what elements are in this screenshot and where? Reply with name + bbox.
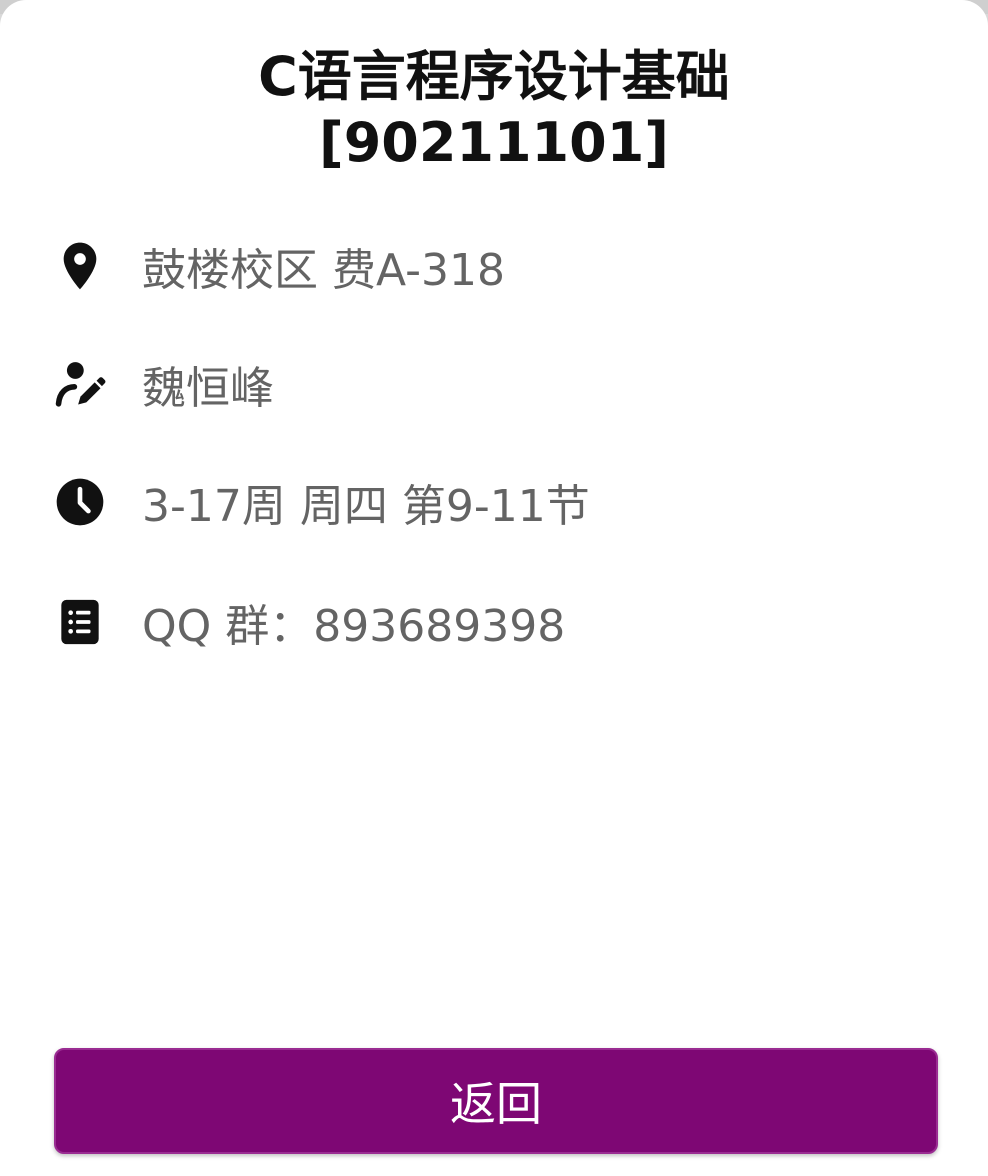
course-code: [90211101] [319, 111, 669, 174]
teacher-edit-icon [52, 356, 108, 412]
clock-icon [52, 474, 108, 530]
teacher-name: 魏恒峰 [142, 363, 274, 414]
back-button[interactable]: 返回 [54, 1048, 938, 1154]
location-text: 鼓楼校区 费A-318 [142, 245, 505, 296]
course-detail-dialog: C语言程序设计基础 [90211101] 鼓楼校区 费A-318 魏恒峰 3-1… [0, 0, 988, 1176]
list-note-icon [52, 594, 108, 650]
qq-group-row: QQ 群：893689398 [52, 592, 948, 652]
location-pin-icon [52, 238, 108, 294]
location-row: 鼓楼校区 费A-318 [52, 236, 948, 296]
course-name: C语言程序设计基础 [258, 45, 730, 108]
qq-group-text: QQ 群：893689398 [142, 601, 566, 652]
teacher-row: 魏恒峰 [52, 354, 948, 414]
time-row: 3-17周 周四 第9-11节 [52, 472, 948, 532]
schedule-text: 3-17周 周四 第9-11节 [142, 481, 590, 532]
course-title: C语言程序设计基础 [90211101] [60, 44, 928, 176]
